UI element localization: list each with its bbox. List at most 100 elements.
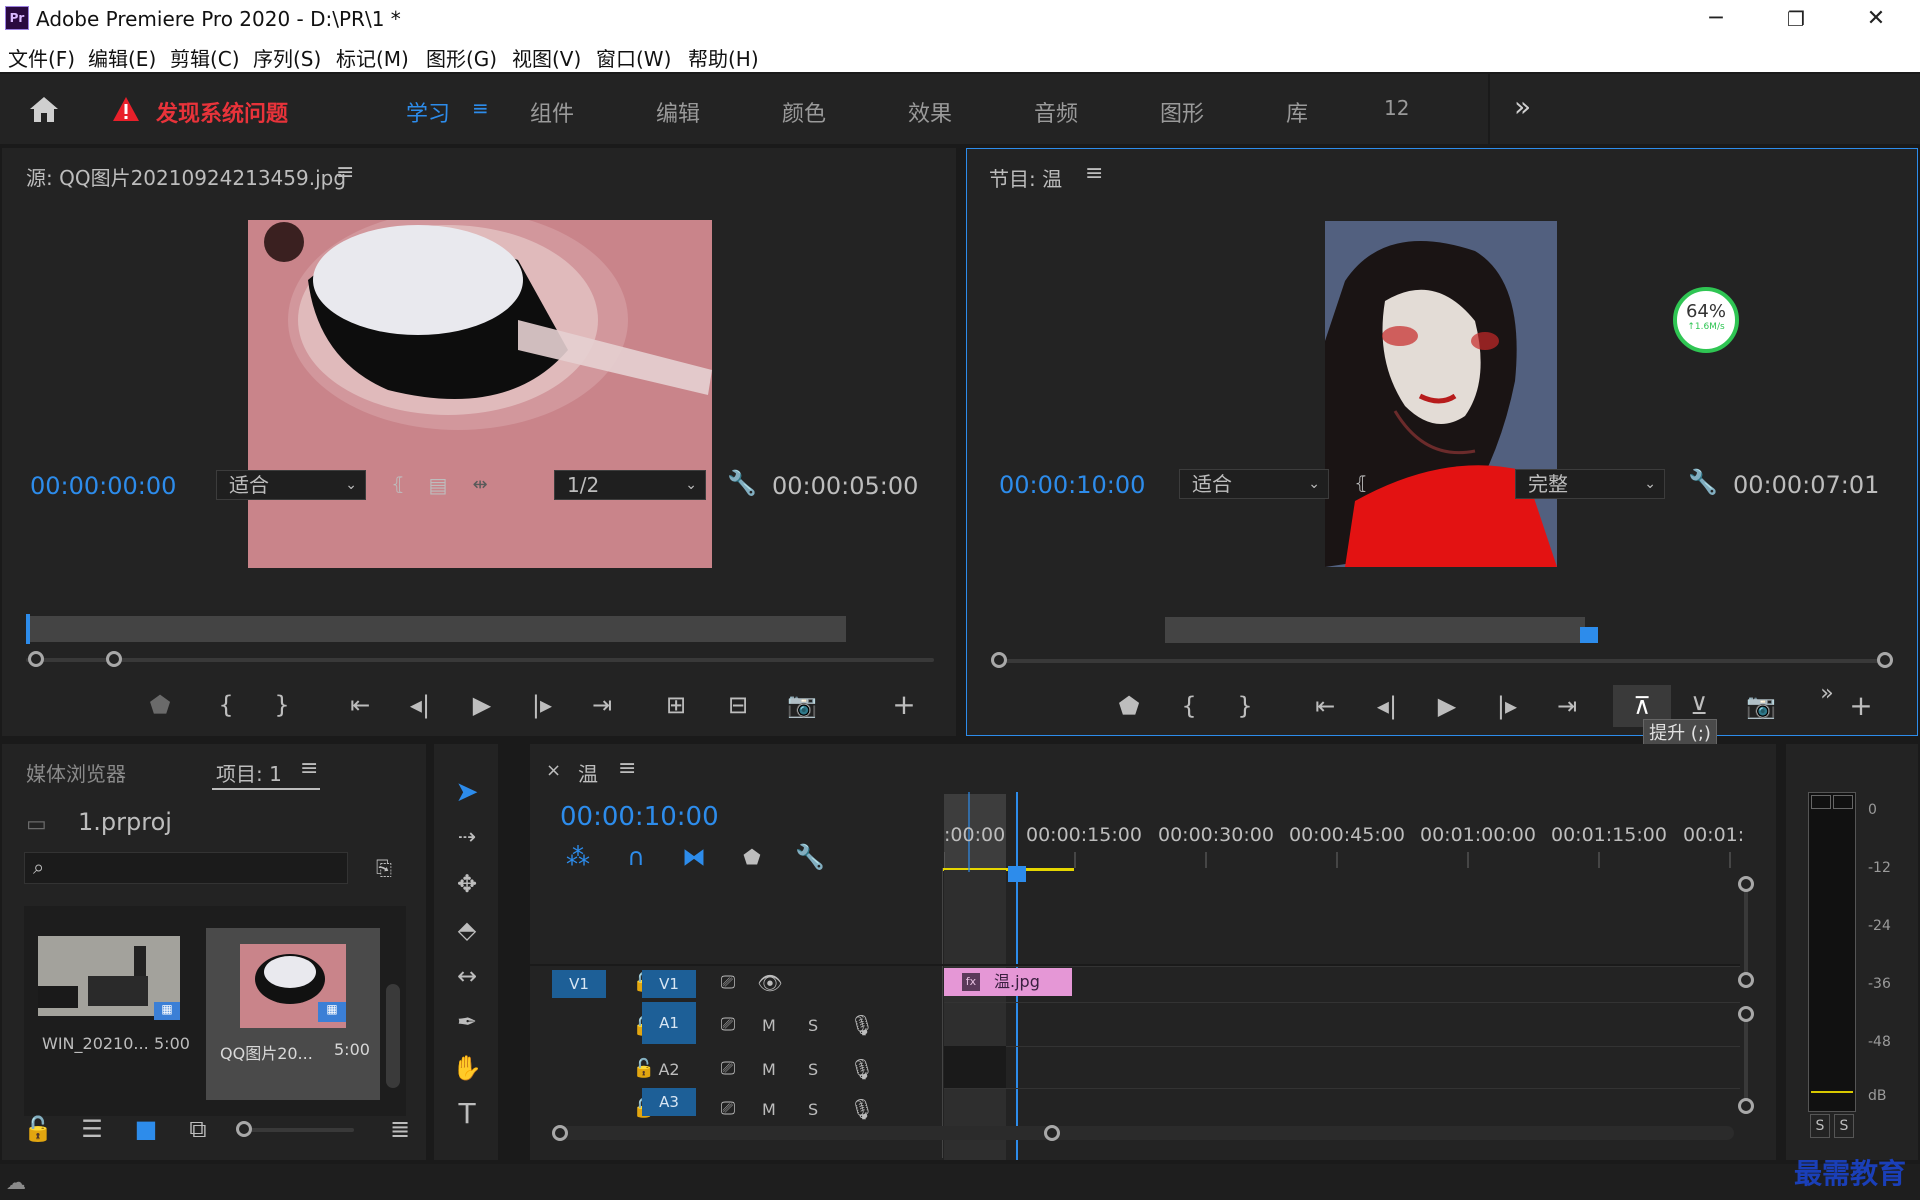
source-current-timecode[interactable]: 00:00:00:00: [30, 472, 176, 500]
tab-assembly[interactable]: 组件: [530, 96, 574, 128]
source-patch-v1[interactable]: V1: [552, 970, 606, 998]
list-view-icon[interactable]: ☰: [74, 1114, 110, 1144]
solo-track-button[interactable]: S: [808, 1094, 818, 1126]
freeform-view-icon[interactable]: ⧉: [180, 1114, 216, 1144]
sort-icons-icon[interactable]: ≣: [382, 1114, 418, 1144]
voice-over-mic-icon[interactable]: 🎙: [844, 1054, 880, 1084]
audio-scroll-knob-bottom[interactable]: [1738, 1098, 1754, 1114]
source-resolution-dropdown[interactable]: 1/2 ⌄: [554, 470, 706, 500]
source-audio-icon[interactable]: ⇹: [462, 470, 498, 500]
program-add-marker-icon[interactable]: ⬟: [1111, 691, 1147, 721]
program-mark-out-icon[interactable]: }: [1227, 691, 1263, 721]
tab-audio[interactable]: 音频: [1034, 96, 1078, 128]
project-panel-menu-icon[interactable]: ≡: [300, 756, 318, 781]
track-target-v1[interactable]: V1: [642, 970, 696, 998]
ripple-edit-tool-icon[interactable]: ✥: [444, 864, 490, 904]
tab-learn-menu-icon[interactable]: ≡: [472, 96, 489, 120]
home-icon[interactable]: [26, 94, 62, 124]
source-playhead[interactable]: [26, 614, 30, 644]
track-target-a1[interactable]: A1: [642, 1002, 696, 1044]
mute-track-button[interactable]: M: [762, 1054, 776, 1086]
menu-sequence[interactable]: 序列(S): [253, 43, 321, 72]
track-target-a2[interactable]: A2: [642, 1054, 696, 1086]
slip-tool-icon[interactable]: ↔: [444, 956, 490, 996]
menu-file[interactable]: 文件(F): [8, 43, 75, 72]
creative-cloud-icon[interactable]: ☁: [6, 1170, 26, 1194]
program-step-forward-icon[interactable]: |▸: [1489, 691, 1525, 721]
menu-edit[interactable]: 编辑(E): [88, 43, 156, 72]
video-scroll-knob-top[interactable]: [1738, 876, 1754, 892]
audio-scroll-knob-top[interactable]: [1738, 1006, 1754, 1022]
program-add-button-icon[interactable]: +: [1843, 691, 1879, 721]
source-zoom-start-knob[interactable]: [28, 651, 44, 667]
program-zoom-track[interactable]: [997, 659, 1883, 663]
hand-tool-icon[interactable]: ✋: [444, 1048, 490, 1088]
program-settings-wrench-icon[interactable]: 🔧: [1685, 467, 1721, 497]
source-mark-out-icon[interactable]: }: [264, 690, 300, 720]
source-insert-editing-icon[interactable]: ⦃: [380, 470, 416, 500]
tab-graphics[interactable]: 图形: [1160, 96, 1204, 128]
timeline-clip[interactable]: fx 温.jpg: [944, 968, 1072, 996]
toggle-output-eye-icon[interactable]: 👁: [752, 968, 788, 998]
program-quality-dropdown[interactable]: 完整 ⌄: [1515, 469, 1665, 499]
program-step-back-icon[interactable]: ◂|: [1369, 691, 1405, 721]
source-panel-menu-icon[interactable]: ≡: [336, 160, 354, 185]
program-playhead[interactable]: [1580, 627, 1598, 643]
timeline-current-timecode[interactable]: 00:00:10:00: [560, 802, 719, 832]
tab-libraries[interactable]: 库: [1286, 96, 1308, 128]
snap-magnet-icon[interactable]: ∩: [618, 842, 654, 872]
timeline-close-icon[interactable]: ×: [546, 760, 561, 781]
timeline-settings-wrench-icon[interactable]: 🔧: [792, 842, 828, 872]
source-monitor-title[interactable]: 源: QQ图片20210924213459.jpg: [26, 162, 346, 191]
program-current-timecode[interactable]: 00:00:10:00: [999, 471, 1145, 499]
minimize-button[interactable]: ─: [1693, 4, 1739, 34]
nest-sequence-icon[interactable]: ⁂: [560, 842, 596, 872]
menu-help[interactable]: 帮助(H): [688, 43, 759, 72]
source-fit-dropdown[interactable]: 适合 ⌄: [216, 470, 366, 500]
source-zoom-end-knob[interactable]: [106, 651, 122, 667]
icon-view-icon[interactable]: ■: [128, 1114, 164, 1144]
audio-tracks-scrollbar[interactable]: [1744, 1014, 1748, 1106]
source-film-icon[interactable]: ▤: [420, 470, 456, 500]
system-issue-warning[interactable]: 发现系统问题: [156, 96, 288, 128]
thumbnail-size-knob[interactable]: [236, 1121, 252, 1137]
add-marker-icon[interactable]: ⬟: [734, 842, 770, 872]
tab-12[interactable]: 12: [1384, 96, 1409, 120]
source-export-frame-camera-icon[interactable]: 📷: [784, 690, 820, 720]
program-monitor-title[interactable]: 节目: 温: [989, 163, 1062, 192]
timeline-panel-menu-icon[interactable]: ≡: [618, 756, 636, 781]
program-zoom-start-knob[interactable]: [991, 652, 1007, 668]
toggle-sync-lock-icon[interactable]: ⎚: [710, 1054, 746, 1084]
source-mark-in-icon[interactable]: {: [208, 690, 244, 720]
solo-track-button[interactable]: S: [808, 1054, 818, 1086]
solo-right-button[interactable]: S: [1834, 1114, 1854, 1138]
toggle-sync-lock-icon[interactable]: ⎚: [710, 968, 746, 998]
thumbnail-size-slider[interactable]: [242, 1128, 354, 1132]
pen-tool-icon[interactable]: ✒: [444, 1002, 490, 1042]
timeline-zoom-end-knob[interactable]: [1044, 1125, 1060, 1141]
program-export-frame-camera-icon[interactable]: 📷: [1743, 691, 1779, 721]
tab-color[interactable]: 颜色: [782, 96, 826, 128]
program-fit-dropdown[interactable]: 适合 ⌄: [1179, 469, 1329, 499]
razor-tool-icon[interactable]: ⬘: [444, 910, 490, 950]
menu-view[interactable]: 视图(V): [512, 43, 581, 72]
tab-effects[interactable]: 效果: [908, 96, 952, 128]
program-panel-menu-icon[interactable]: ≡: [1085, 161, 1103, 186]
close-button[interactable]: ✕: [1853, 4, 1899, 34]
source-zoom-track[interactable]: [26, 658, 934, 662]
program-go-to-in-icon[interactable]: ⇤: [1307, 691, 1343, 721]
video-tracks-scrollbar[interactable]: [1744, 884, 1748, 980]
toggle-sync-lock-icon[interactable]: ⎚: [710, 1094, 746, 1124]
timeline-sequence-title[interactable]: 温: [578, 758, 598, 787]
project-search-input[interactable]: ⌕: [24, 852, 348, 884]
source-insert-icon[interactable]: ⊞: [658, 690, 694, 720]
selection-tool-icon[interactable]: ➤: [444, 772, 490, 812]
video-scroll-knob-bottom[interactable]: [1738, 972, 1754, 988]
mute-track-button[interactable]: M: [762, 1094, 776, 1126]
program-more-controls-icon[interactable]: »: [1809, 679, 1845, 709]
solo-track-button[interactable]: S: [808, 1010, 818, 1042]
source-add-button-icon[interactable]: +: [886, 690, 922, 720]
source-overwrite-icon[interactable]: ⊟: [720, 690, 756, 720]
tab-learn[interactable]: 学习: [406, 96, 450, 128]
program-go-to-out-icon[interactable]: ⇥: [1549, 691, 1585, 721]
